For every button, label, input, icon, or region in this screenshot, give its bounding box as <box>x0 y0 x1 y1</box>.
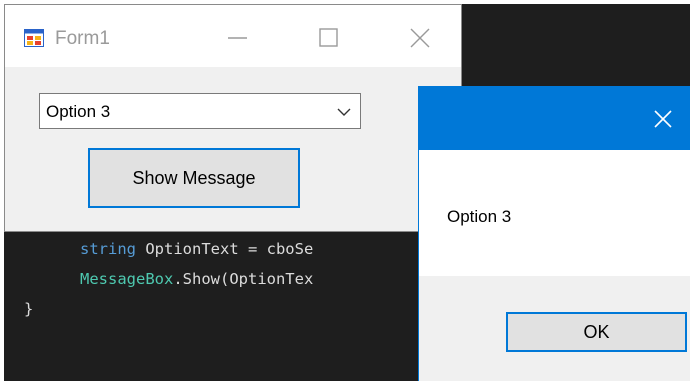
message-box-titlebar[interactable] <box>419 86 690 150</box>
combobox-selected-value: Option 3 <box>46 102 111 121</box>
code-class-name: MessageBox <box>80 270 174 288</box>
form1-titlebar[interactable]: Form1 <box>5 5 461 67</box>
maximize-button[interactable] <box>307 22 353 54</box>
code-line: } <box>24 300 33 318</box>
code-line: MessageBox.Show(OptionTex <box>80 270 313 288</box>
code-line: string OptionText = cboSe <box>80 240 313 258</box>
maximize-icon <box>319 28 338 47</box>
close-icon <box>654 110 672 128</box>
close-button[interactable] <box>397 22 443 54</box>
code-text: OptionText = cboSe <box>136 240 314 258</box>
winforms-app-icon <box>24 29 44 47</box>
ok-button[interactable]: OK <box>506 312 687 352</box>
code-text: .Show(OptionTex <box>173 270 314 288</box>
form1-title: Form1 <box>55 28 110 49</box>
chevron-down-icon[interactable] <box>336 105 352 117</box>
close-icon <box>410 28 430 48</box>
message-box-close-button[interactable] <box>643 102 683 136</box>
minimize-icon <box>228 37 247 39</box>
minimize-button[interactable] <box>213 22 259 54</box>
message-text: Option 3 <box>447 207 512 226</box>
message-box-body: Option 3 <box>419 150 690 276</box>
show-message-button[interactable]: Show Message <box>88 148 300 208</box>
code-keyword: string <box>80 240 136 258</box>
form1-window: Form1 Option 3 Show Message <box>4 4 462 232</box>
message-box-dialog: Option 3 OK <box>418 86 690 381</box>
code-text: } <box>24 300 34 318</box>
option-combobox[interactable]: Option 3 <box>39 93 361 129</box>
